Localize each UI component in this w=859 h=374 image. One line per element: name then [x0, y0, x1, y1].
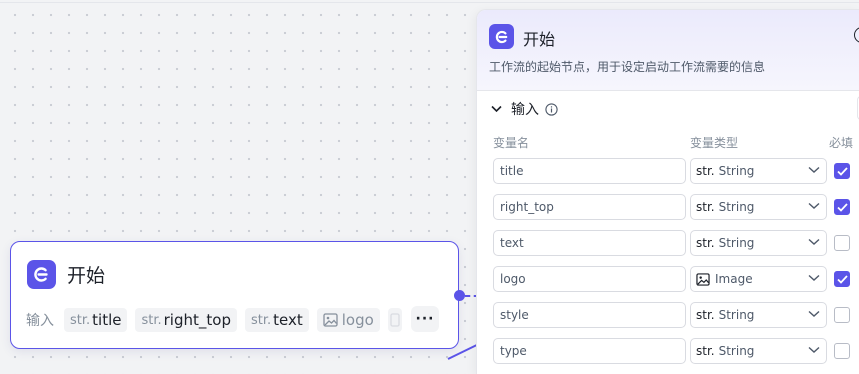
input-tag-title: str. title [64, 308, 128, 332]
required-checkbox[interactable] [834, 199, 850, 215]
variable-name-input[interactable] [493, 158, 686, 184]
variable-name-input[interactable] [493, 194, 686, 220]
required-checkbox[interactable] [834, 163, 850, 179]
help-icon[interactable] [854, 27, 859, 43]
input-tag-overflow [387, 308, 402, 332]
input-section-title: 输入 [511, 102, 539, 118]
chevron-down-icon [808, 166, 820, 174]
required-checkbox[interactable] [834, 271, 850, 287]
input-tag-logo: logo [316, 308, 380, 332]
variable-type-select[interactable]: str. String [690, 194, 827, 220]
image-icon [696, 272, 710, 286]
variable-name-input[interactable] [493, 302, 686, 328]
chevron-down-icon [808, 346, 820, 354]
input-section-header[interactable]: 输入 [491, 99, 558, 119]
variable-type-select[interactable]: str. String [690, 302, 827, 328]
column-header-required: 必填 [829, 136, 854, 150]
start-icon [489, 24, 514, 49]
input-tag-text: str. text [244, 308, 309, 332]
variable-name-input[interactable] [493, 266, 686, 292]
inputs-label: 输入 [26, 313, 54, 329]
canvas-top-divider [0, 2, 859, 3]
variable-name-input[interactable] [493, 230, 686, 256]
variable-type-select[interactable]: str. String [690, 158, 827, 184]
chevron-down-icon [808, 310, 820, 318]
variable-type-select[interactable]: str. String [690, 230, 827, 256]
image-icon [323, 313, 338, 327]
panel-description: 工作流的起始节点，用于设定启动工作流需要的信息 [489, 60, 766, 74]
variable-type-select[interactable]: str. String [690, 338, 827, 364]
column-header-type: 变量类型 [690, 136, 739, 150]
variable-type-select[interactable]: Image [690, 266, 827, 292]
input-tag-right-top: str. right_top [135, 308, 237, 332]
info-icon[interactable] [545, 102, 558, 116]
start-node-inputs: 输入 str. title str. right_top str. text logo [26, 308, 410, 332]
column-header-name: 变量名 [493, 136, 530, 150]
chevron-down-icon[interactable] [491, 105, 502, 113]
node-config-panel: 开始 工作流的起始节点，用于设定启动工作流需要的信息 输入 变量名 变量类型 必… [476, 9, 859, 374]
panel-header: 开始 工作流的起始节点，用于设定启动工作流需要的信息 [477, 10, 859, 91]
required-checkbox[interactable] [834, 343, 850, 359]
start-node-header: 开始 [27, 260, 105, 289]
variable-name-input[interactable] [493, 338, 686, 364]
output-port[interactable] [454, 290, 465, 301]
chevron-down-icon [808, 202, 820, 210]
start-node[interactable]: 开始 输入 str. title str. right_top str. text l… [10, 241, 459, 349]
required-checkbox[interactable] [834, 307, 850, 323]
more-inputs-button[interactable]: ··· [411, 306, 439, 332]
start-node-title: 开始 [67, 265, 106, 287]
chevron-down-icon [808, 238, 820, 246]
panel-title: 开始 [523, 30, 556, 49]
chevron-down-icon [808, 274, 820, 282]
required-checkbox[interactable] [834, 235, 850, 251]
start-node-icon [27, 260, 56, 289]
